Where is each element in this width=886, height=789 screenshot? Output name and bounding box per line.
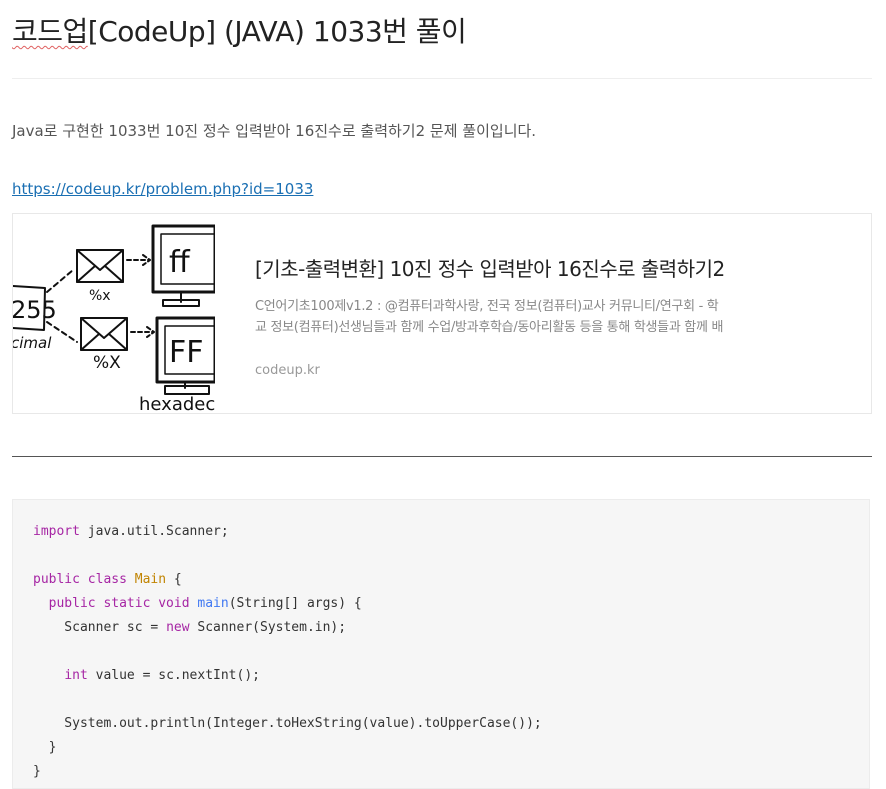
code-token-fn: main: [197, 596, 229, 611]
post-title-prefix: 코드업: [12, 15, 88, 48]
code-token: Scanner sc =: [33, 620, 167, 635]
code-token: value = sc.nextInt();: [87, 668, 260, 683]
horizontal-rule: [12, 456, 872, 457]
monitor-lower-stand: [164, 381, 210, 395]
code-token: java.util.Scanner;: [79, 524, 229, 539]
format-lower-label: %x: [89, 288, 111, 304]
java-code: import java.util.Scanner; public class M…: [33, 520, 542, 784]
code-token-kw: import: [33, 524, 80, 539]
code-line: Scanner sc = new Scanner(System.in);: [33, 620, 346, 635]
code-token-cls: Main: [134, 572, 167, 587]
card-body: [기초-출력변환] 10진 정수 입력받아 16진수로 출력하기2 C언어기초1…: [255, 254, 725, 380]
monitor-upper-stand: [162, 291, 200, 307]
code-line: System.out.println(Integer.toHexString(v…: [33, 716, 542, 731]
code-line: int value = sc.nextInt();: [33, 668, 260, 683]
title-divider: [12, 78, 872, 79]
format-upper-label: %X: [93, 353, 121, 373]
connector-upper: [46, 269, 74, 293]
envelope-lower-flap: [80, 317, 128, 351]
post-title-rest: [CodeUp] (JAVA) 1033번 풀이: [87, 15, 467, 48]
code-line: }: [33, 764, 41, 779]
decimal-caption-label: cimal: [13, 334, 52, 352]
code-line: public class Main {: [33, 572, 182, 587]
code-token-kw: public static void: [48, 596, 190, 611]
decimal-to-hex-illustration: 255 cimal %x %X ff FF hexadeci: [13, 224, 215, 413]
card-thumbnail: 255 cimal %x %X ff FF hexadeci: [13, 214, 215, 413]
code-token-kw: int: [64, 668, 88, 683]
code-token: {: [166, 572, 182, 587]
card-title[interactable]: [기초-출력변환] 10진 정수 입력받아 16진수로 출력하기2: [255, 254, 725, 284]
hex-lower-label: ff: [169, 245, 191, 280]
code-token-kw: new: [166, 620, 190, 635]
code-line: import java.util.Scanner;: [33, 524, 229, 539]
post-title: 코드업[CodeUp] (JAVA) 1033번 풀이: [12, 12, 467, 52]
code-token: }: [33, 764, 41, 779]
post-intro: Java로 구현한 1033번 10진 정수 입력받아 16진수로 출력하기2 …: [12, 122, 537, 140]
link-preview-card[interactable]: 255 cimal %x %X ff FF hexadeci [기초-출력변환]…: [12, 213, 872, 414]
arrow-lower-icon: [130, 326, 155, 338]
arrow-upper-icon: [126, 254, 151, 266]
card-domain: codeup.kr: [255, 363, 320, 378]
code-token-kw: public class: [33, 572, 127, 587]
code-token: Scanner(System.in);: [189, 620, 347, 635]
code-block: import java.util.Scanner; public class M…: [12, 499, 870, 789]
card-description: C언어기초100제v1.2 : @컴퓨터과학사랑, 전국 정보(컴퓨터)교사 커…: [255, 299, 724, 335]
code-line: public static void main(String[] args) {: [33, 596, 362, 611]
problem-link[interactable]: https://codeup.kr/problem.php?id=1033: [12, 178, 313, 200]
code-token: System.out.println(Integer.toHexString(v…: [33, 716, 542, 731]
connector-lower: [46, 321, 78, 343]
code-token: (String[] args) {: [228, 596, 362, 611]
decimal-value-label: 255: [13, 296, 57, 324]
hexadecimal-caption-label: hexadeci: [139, 394, 215, 413]
code-line: }: [33, 740, 57, 755]
envelope-upper-flap: [76, 249, 124, 283]
hex-upper-label: FF: [169, 335, 204, 370]
code-token: }: [33, 740, 57, 755]
